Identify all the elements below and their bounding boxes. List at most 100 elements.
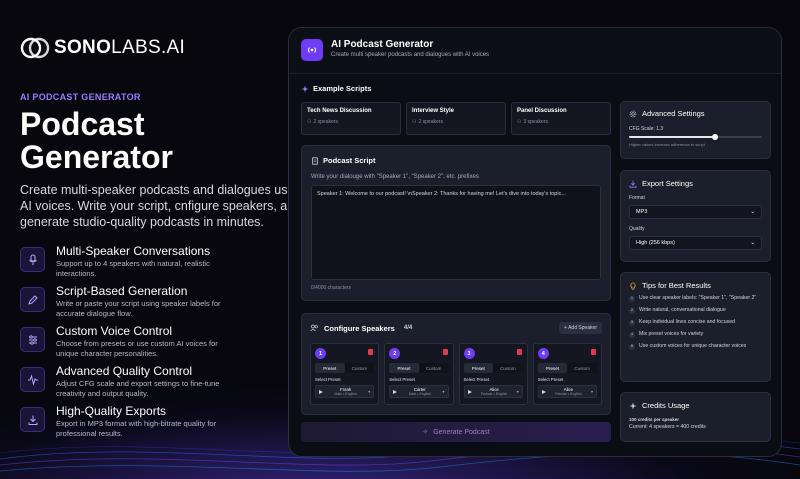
select-preset-label: Select Preset — [463, 377, 490, 382]
pen-icon — [20, 287, 45, 312]
tip-item: 2 Write natural, conversational dialogue — [629, 307, 762, 314]
tip-item: 5 Use custom voices for unique character … — [629, 343, 762, 350]
example-script-card[interactable]: Tech News Discussion ⚇ 2 speakers — [301, 102, 401, 135]
feature-item: Advanced Quality Control Adjust CFG scale… — [20, 364, 290, 404]
tip-item: 1 Use clear speaker labels: "Speaker 1", … — [629, 295, 762, 302]
feature-description: Choose from presets or use custom AI voi… — [56, 339, 218, 358]
example-script-meta: ⚇ 2 speakers — [412, 119, 500, 125]
feature-item: Custom Voice Control Choose from presets … — [20, 324, 290, 364]
feature-item: Multi-Speaker Conversations Support up to… — [20, 244, 290, 284]
tab-custom[interactable]: Custom — [567, 363, 597, 373]
play-icon[interactable] — [319, 389, 323, 394]
tip-text: Use clear speaker labels: "Speaker 1", "… — [639, 295, 757, 301]
trash-icon[interactable] — [442, 349, 448, 355]
app-title: AI Podcast Generator — [331, 39, 434, 50]
voice-source-tabs: Preset Custom — [463, 363, 523, 373]
voice-meta: Male • English — [334, 391, 357, 396]
app-window: AI Podcast Generator Create multi speake… — [288, 27, 782, 457]
quality-select[interactable]: High (256 kbps) ⌄ — [629, 236, 762, 250]
script-textarea[interactable]: Speaker 1: Welcome to our podcast! \nSpe… — [311, 185, 601, 280]
credits-usage-title: Credits Usage — [642, 401, 690, 410]
marketing-column: SONOLABS.AI AI PODCAST GENERATOR Podcast… — [20, 30, 304, 444]
feature-list: Multi-Speaker Conversations Support up to… — [20, 244, 290, 444]
sparkle-icon: ✧ — [422, 429, 429, 436]
play-icon[interactable] — [393, 389, 398, 394]
tip-number-icon: 2 — [629, 307, 635, 314]
voice-preset-select[interactable]: Alice Female • English ▾ — [537, 385, 597, 398]
credits-current: Current: 4 speakers = 400 credits — [629, 424, 706, 430]
example-scripts-heading: Example Scripts — [301, 84, 611, 93]
hero-eyebrow: AI PODCAST GENERATOR — [20, 92, 141, 102]
sparkle-icon — [301, 85, 309, 92]
tab-preset[interactable]: Preset — [315, 363, 345, 373]
script-hint: Write your dialouge with "Speaker 1", "S… — [311, 174, 479, 180]
sliders-icon — [20, 327, 45, 352]
advanced-settings-panel: Advanced Settings CFG Scale: 1.3 Higher … — [620, 101, 771, 159]
tab-preset[interactable]: Preset — [537, 363, 568, 373]
advanced-settings-title: Advanced Settings — [642, 109, 705, 118]
voice-preset-select[interactable]: Carter Male • English ▾ — [389, 385, 449, 398]
trash-icon[interactable] — [516, 349, 522, 355]
voice-preset-select[interactable]: Alice Female • English ▾ — [463, 385, 523, 398]
tab-custom[interactable]: Custom — [419, 363, 449, 373]
document-icon — [312, 156, 318, 165]
sparkle-icon — [629, 402, 637, 409]
example-script-card[interactable]: Interview Style ⚇ 2 speakers — [406, 102, 506, 135]
slider-thumb[interactable] — [712, 134, 719, 140]
tip-item: 3 Keep individual lines concise and focus… — [629, 319, 762, 326]
speaker-count: 2 speakers — [313, 119, 338, 125]
speaker-number: 1 — [315, 348, 326, 359]
tab-preset[interactable]: Preset — [389, 363, 419, 373]
speaker-count-badge: 4/4 — [403, 325, 413, 331]
feature-item: High-Quality Exports Export in MP3 format… — [20, 404, 290, 444]
cfg-scale-slider[interactable] — [629, 134, 762, 140]
tab-custom[interactable]: Custom — [345, 363, 375, 373]
tip-text: Keep individual lines concise and focuse… — [639, 319, 736, 325]
play-icon[interactable] — [541, 389, 546, 394]
example-script-title: Interview Style — [412, 108, 455, 114]
tip-number-icon: 3 — [629, 319, 635, 326]
users-icon: ⚇ — [307, 119, 312, 125]
hero-title: Podcast Generator — [20, 106, 173, 175]
speaker-count: 3 speakers — [523, 119, 548, 125]
tip-number-icon: 4 — [629, 331, 635, 338]
cfg-scale-label: CFG Scale: 1.3 — [629, 126, 664, 132]
example-script-card[interactable]: Panel Discussion ⚇ 3 speakers — [511, 102, 611, 135]
select-preset-label: Select Preset — [537, 377, 564, 382]
trash-icon[interactable] — [591, 349, 596, 355]
download-icon — [20, 407, 45, 432]
format-select[interactable]: MP3 ⌄ — [629, 205, 762, 219]
feature-title: High-Quality Exports — [56, 404, 167, 418]
tip-text: Write natural, conversational dialogue — [639, 307, 726, 313]
voice-meta: Male • English — [408, 391, 431, 396]
export-settings-title: Export Settings — [642, 179, 693, 188]
gear-icon — [629, 110, 637, 117]
podcast-script-panel: Podcast Script Write your dialouge with … — [301, 145, 611, 301]
speaker-card: 3 Preset Custom Select Preset Alice Femal… — [458, 343, 528, 405]
tab-custom[interactable]: Custom — [493, 363, 523, 373]
users-icon: ⚇ — [412, 119, 417, 125]
brand-name-light: LABS.AI — [111, 37, 186, 58]
chevron-down-icon: ▾ — [442, 389, 445, 394]
feature-title: Multi-Speaker Conversations — [56, 244, 211, 258]
generate-podcast-label: Generate Podcast — [433, 428, 490, 436]
download-icon — [629, 180, 637, 188]
broadcast-icon — [301, 39, 323, 61]
generate-podcast-button[interactable]: ✧ Generate Podcast — [301, 422, 611, 442]
trash-icon[interactable] — [368, 349, 374, 355]
voice-preset-select[interactable]: Frank Male • English ▾ — [315, 385, 375, 398]
feature-description: Write or paste your script using speaker… — [56, 299, 221, 318]
brand-name: SONOLABS.AI — [54, 37, 185, 59]
add-speaker-button[interactable]: + Add Speaker — [559, 322, 602, 334]
chevron-down-icon: ▾ — [368, 389, 371, 394]
feature-description: Support up to 4 speakers with natural, r… — [56, 259, 210, 278]
play-icon[interactable] — [467, 389, 472, 394]
chevron-down-icon: ▾ — [516, 389, 519, 394]
voice-source-tabs: Preset Custom — [537, 363, 597, 373]
select-preset-label: Select Preset — [315, 377, 341, 382]
chevron-down-icon: ▾ — [590, 389, 593, 394]
voice-source-tabs: Preset Custom — [315, 363, 375, 373]
speaker-card: 2 Preset Custom Select Preset Carter Male… — [384, 343, 454, 405]
tab-preset[interactable]: Preset — [463, 363, 494, 373]
tip-item: 4 Mix preset voices for variety — [629, 331, 762, 338]
